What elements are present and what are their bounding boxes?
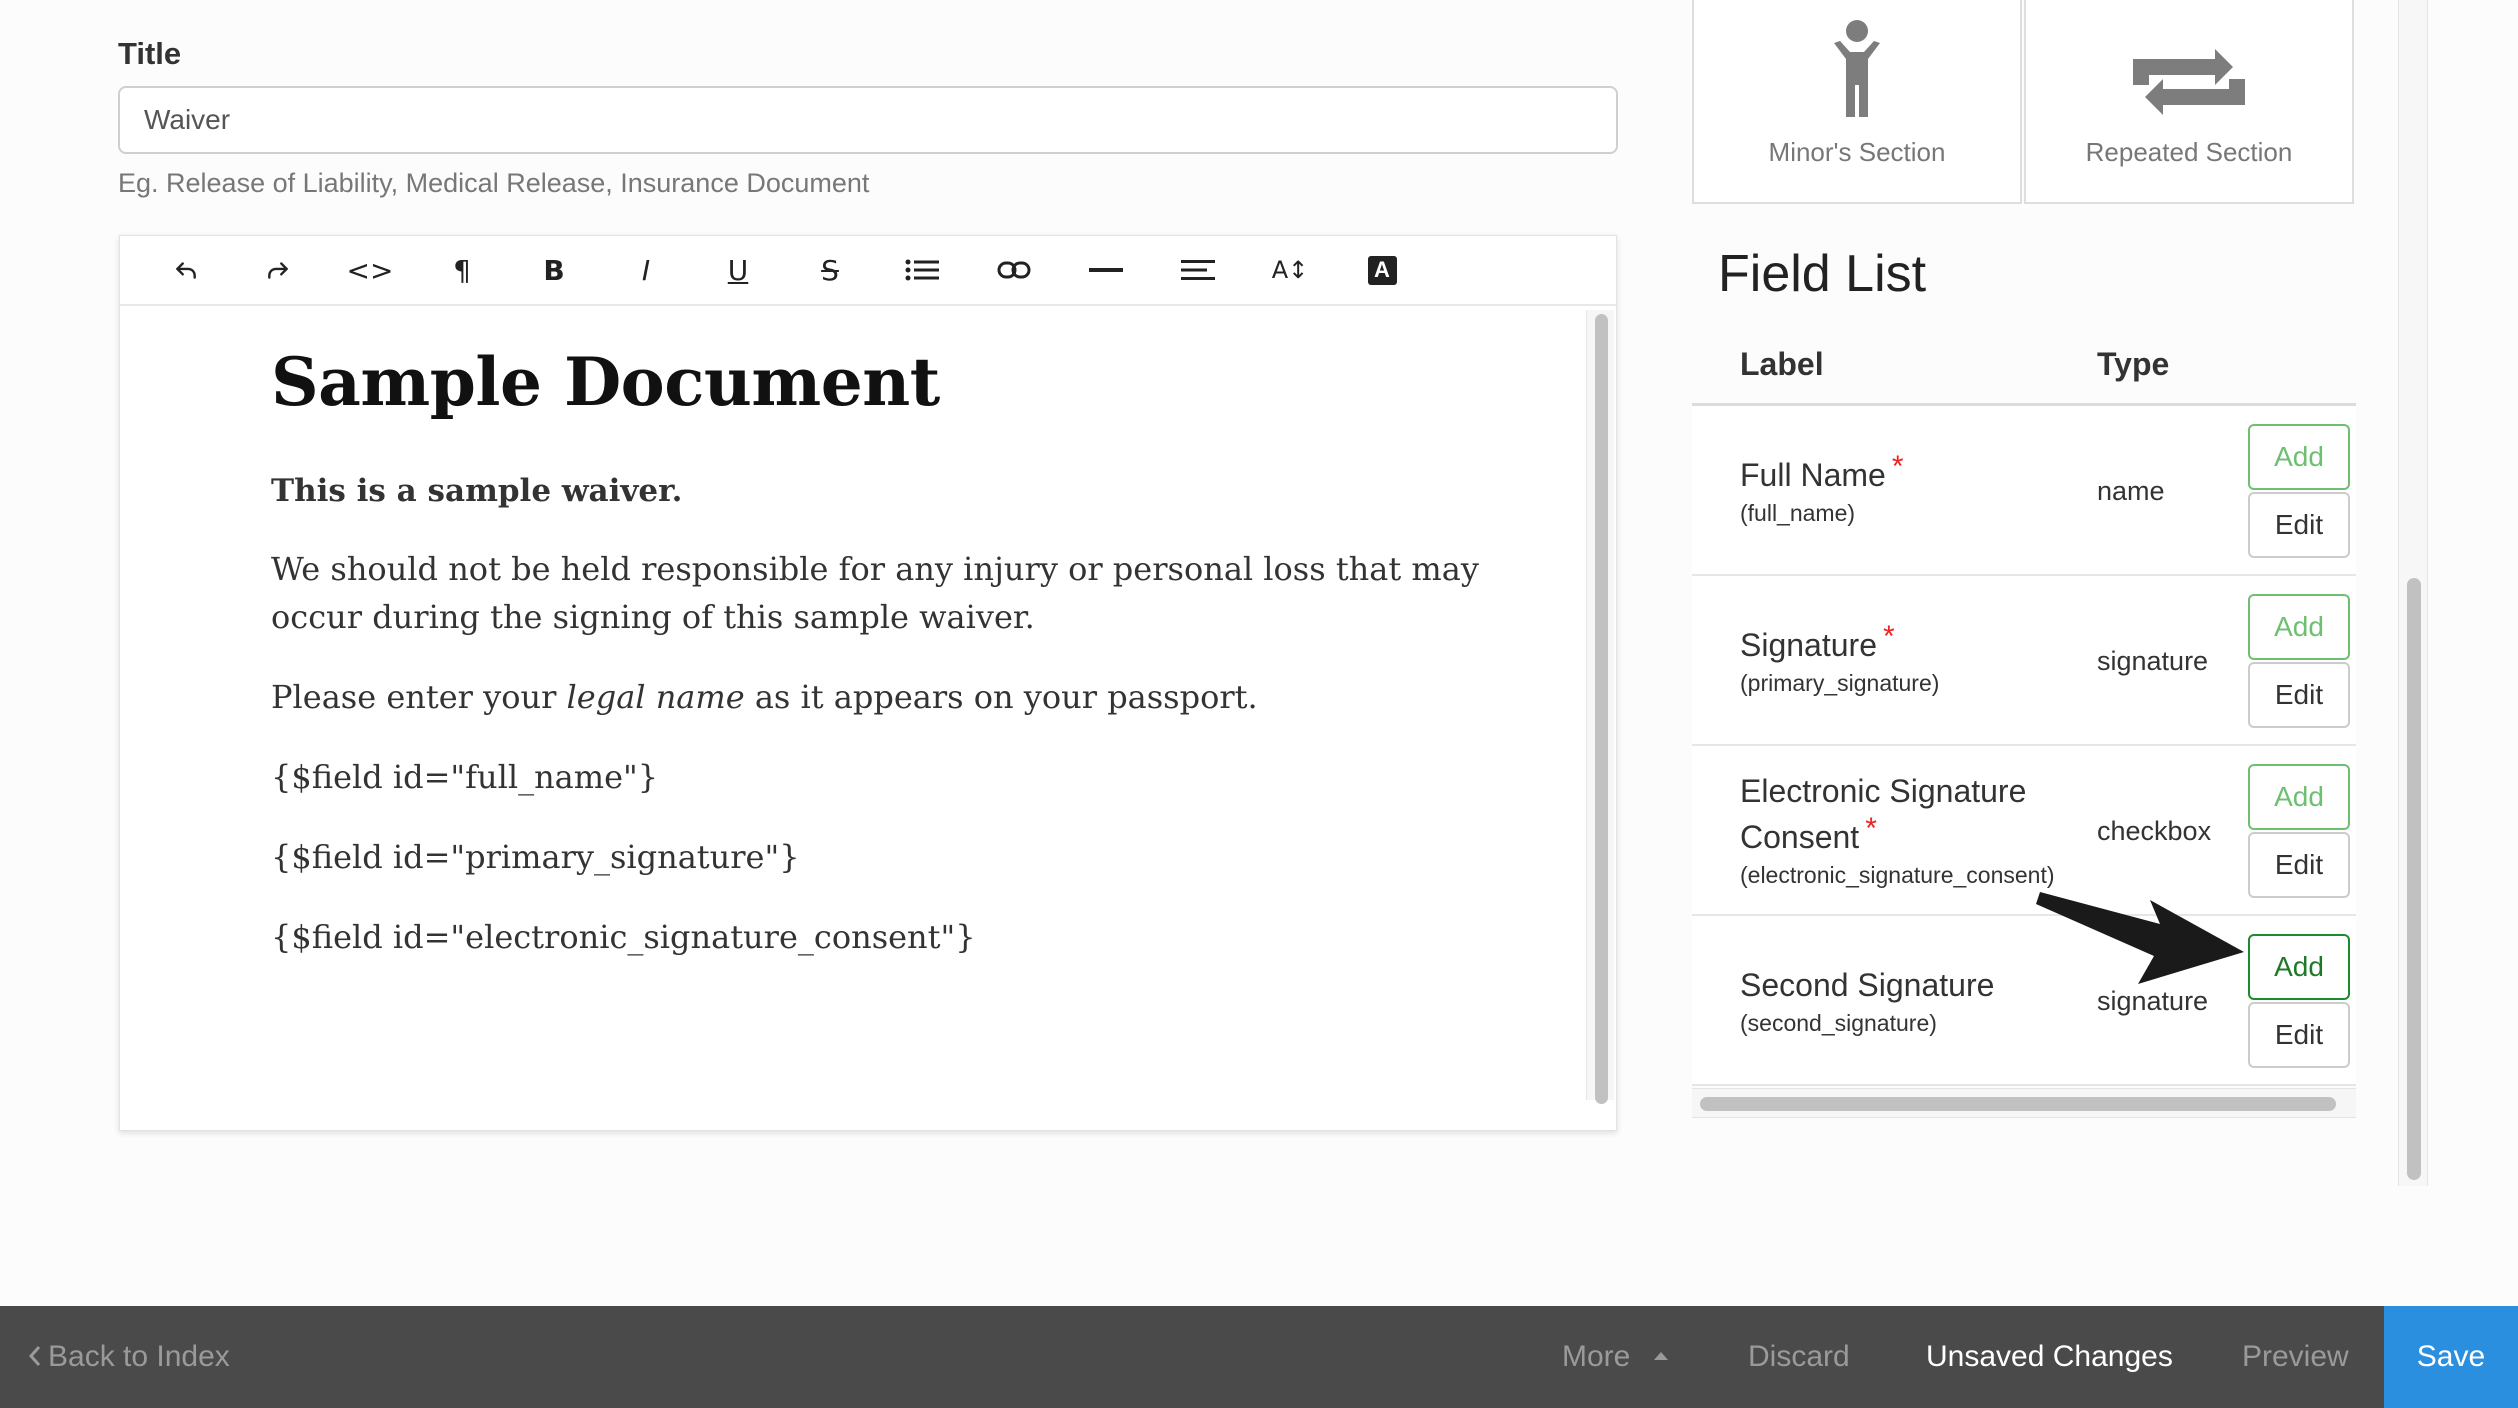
underline-icon[interactable]: U [692,240,784,300]
field-placeholder-consent: {$field id="electronic_signature_consent… [271,918,976,956]
editor-toolbar: <> ¶ B I U S A↕ A [120,236,1616,306]
column-header-label: Label [1740,346,1824,382]
field-row-second-signature: Second Signature (second_signature) sign… [1692,916,2356,1086]
required-mark: * [1865,812,1877,845]
field-list-scrollbar-thumb[interactable] [1700,1097,2336,1111]
chevron-left-icon [28,1346,41,1367]
back-to-index-link[interactable]: Back to Index [28,1306,230,1408]
italic-icon[interactable]: I [600,240,692,300]
minors-section-label: Minor's Section [1768,137,1946,167]
horizontal-rule-icon[interactable] [1060,240,1152,300]
edit-button[interactable]: Edit [2248,662,2350,728]
font-size-glyph: A↕ [1271,256,1309,284]
text-run: as it appears on your passport. [744,678,1258,716]
paragraph-icon[interactable]: ¶ [416,240,508,300]
code-glyph: <> [346,253,394,287]
field-label-text: Consent [1740,819,1860,855]
editor-scrollbar-thumb[interactable] [1595,314,1608,1104]
field-id: (electronic_signature_consent) [1740,862,2055,888]
field-row-signature: Signature * (primary_signature) signature… [1692,576,2356,746]
field-list-scrollbar[interactable] [1692,1088,2356,1118]
add-button[interactable]: Add [2248,424,2350,490]
rich-text-editor[interactable]: <> ¶ B I U S A↕ A Sample Document This i… [119,235,1617,1131]
field-type: name [2097,476,2165,506]
field-type: signature [2097,646,2209,676]
redo-icon[interactable] [232,240,324,300]
editor-scrollbar[interactable] [1586,310,1614,1104]
field-label-text: Electronic Signature [1740,773,2027,809]
caret-up-icon [1654,1352,1669,1361]
bold-glyph: B [543,253,565,287]
title-label: Title [118,36,182,71]
bottom-action-bar: Back to Index More Discard Unsaved Chang… [0,1306,2518,1408]
field-row-full-name: Full Name * (full_name) name Add Edit [1692,406,2356,576]
discard-button[interactable]: Discard [1748,1306,1850,1408]
more-label: More [1562,1340,1631,1373]
field-label-text: Full Name [1740,457,1886,493]
document-paragraph: We should not be held responsible for an… [271,550,1479,636]
more-menu-button[interactable]: More [1562,1306,1669,1408]
edit-button[interactable]: Edit [2248,832,2350,898]
field-type: checkbox [2097,816,2212,846]
paragraph-glyph: ¶ [453,253,471,287]
font-color-glyph: A [1367,255,1397,285]
bulleted-list-icon[interactable] [876,240,968,300]
document-content[interactable]: Sample Document This is a sample waiver.… [271,343,1501,993]
strikethrough-icon[interactable]: S [784,240,876,300]
field-list-header: Label Type [1692,340,2356,406]
font-size-icon[interactable]: A↕ [1244,240,1336,300]
field-id: (full_name) [1740,500,1856,526]
field-row-electronic-signature-consent: Electronic Signature Consent * (electronic… [1692,746,2356,916]
font-color-icon[interactable]: A [1336,240,1428,300]
field-label: Full Name * [1740,450,1904,500]
document-paragraph-name: Please enter your legal name as it appea… [271,673,1501,721]
repeat-icon [2133,49,2245,115]
back-to-index-label: Back to Index [48,1340,230,1373]
repeated-section-widget[interactable]: Repeated Section [2024,0,2354,204]
field-id: (second_signature) [1740,1010,1937,1036]
edit-button[interactable]: Edit [2248,1002,2350,1068]
field-list-table: Full Name * (full_name) name Add Edit Sig… [1692,406,2356,1086]
title-help-text: Eg. Release of Liability, Medical Releas… [118,168,870,198]
add-button[interactable]: Add [2248,594,2350,660]
undo-icon[interactable] [140,240,232,300]
code-view-icon[interactable]: <> [324,240,416,300]
strike-glyph: S [821,253,839,287]
section-widgets: Minor's Section Repeated Section [1692,0,2356,204]
document-heading: Sample Document [271,343,940,421]
bold-icon[interactable]: B [508,240,600,300]
annotation-arrow-icon [2036,892,2244,984]
emphasis-text: legal name [566,678,745,716]
preview-button[interactable]: Preview [2242,1306,2349,1408]
field-label: Second Signature [1740,967,1995,1003]
add-button[interactable]: Add [2248,764,2350,830]
field-list-title: Field List [1718,245,1927,303]
field-placeholder-full-name: {$field id="full_name"} [271,758,659,796]
repeated-section-label: Repeated Section [2085,137,2293,167]
field-placeholder-primary-signature: {$field id="primary_signature"} [271,838,800,876]
required-mark: * [1882,620,1895,653]
field-label: Signature * [1740,620,1895,670]
field-label-text: Signature [1740,627,1877,663]
minors-section-widget[interactable]: Minor's Section [1692,0,2022,204]
field-id: (primary_signature) [1740,670,1940,696]
required-mark: * [1891,450,1904,483]
save-button[interactable]: Save [2384,1306,2518,1408]
underline-glyph: U [727,253,749,287]
column-header-type: Type [2097,346,2170,382]
sidebar-scrollbar[interactable] [2398,0,2428,1186]
italic-glyph: I [641,253,651,287]
child-icon [1834,20,1880,117]
title-input[interactable]: Waiver [118,86,1618,154]
document-intro: This is a sample waiver. [271,473,683,509]
add-button[interactable]: Add [2248,934,2350,1000]
unsaved-changes-status: Unsaved Changes [1926,1340,2173,1373]
text-run: Please enter your [271,678,567,716]
edit-button[interactable]: Edit [2248,492,2350,558]
align-icon[interactable] [1152,240,1244,300]
sidebar-scrollbar-thumb[interactable] [2407,578,2421,1180]
field-label: Electronic Signature Consent * [1740,768,2026,862]
link-icon[interactable] [968,240,1060,300]
